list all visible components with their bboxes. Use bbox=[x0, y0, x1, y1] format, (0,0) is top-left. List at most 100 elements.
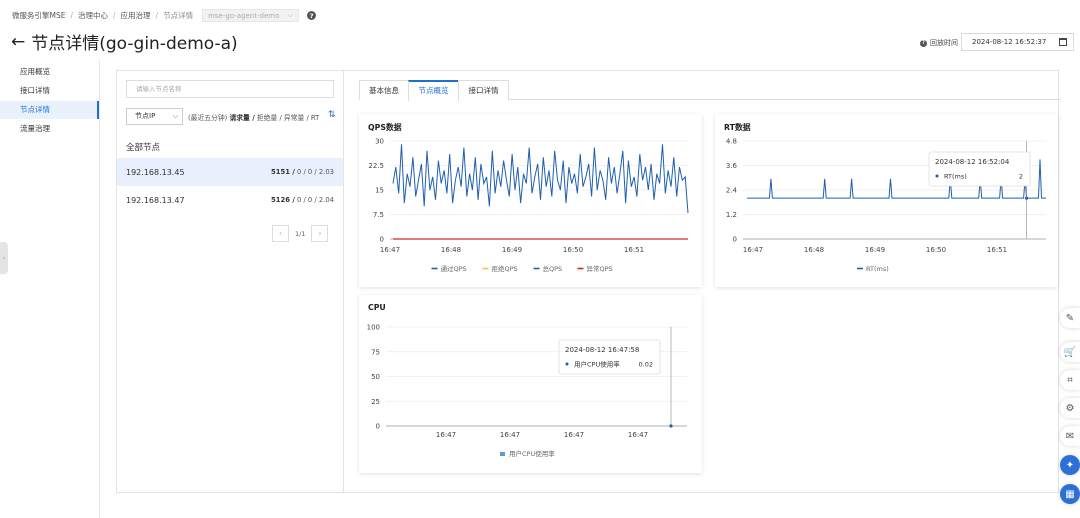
all-nodes-label[interactable]: 全部节点 bbox=[126, 141, 160, 153]
y-tick-label: 15 bbox=[375, 187, 384, 195]
replay-time-picker[interactable]: 2024-08-12 16:52:37 bbox=[961, 33, 1074, 51]
y-tick-label: 1.2 bbox=[726, 211, 737, 219]
back-arrow-icon[interactable]: ← bbox=[11, 32, 25, 52]
legend-label: 总QPS bbox=[543, 264, 563, 273]
tag-icon[interactable]: ⌗ bbox=[1060, 370, 1080, 390]
y-tick-label: 50 bbox=[371, 373, 380, 381]
legend-label: RT(ms) bbox=[866, 265, 889, 273]
ai-icon[interactable]: ✦ bbox=[1060, 455, 1080, 475]
calendar-icon bbox=[1059, 38, 1067, 46]
x-tick-label: 16:49 bbox=[502, 246, 522, 254]
x-tick-label: 16:49 bbox=[865, 246, 885, 254]
legend-label: 用户CPU使用率 bbox=[509, 449, 555, 458]
y-tick-label: 2.4 bbox=[726, 187, 738, 195]
breadcrumb: 微服务引擎MSE / 治理中心 / 应用治理 / 节点详情 mse-go-age… bbox=[12, 9, 317, 22]
edit-icon[interactable]: ✎ bbox=[1060, 308, 1080, 328]
tooltip-marker bbox=[565, 362, 569, 366]
y-tick-label: 22.5 bbox=[368, 162, 384, 170]
x-tick-label: 16:51 bbox=[987, 246, 1007, 254]
replay-label-group: ? 回放时间 bbox=[917, 38, 958, 48]
next-page-button[interactable]: › bbox=[311, 225, 329, 242]
node-requests: 5126 / bbox=[271, 196, 295, 204]
y-tick-label: 3.6 bbox=[726, 162, 738, 170]
page-title-row: ← 节点详情(go-gin-demo-a) bbox=[11, 29, 238, 55]
x-tick-label: 16:51 bbox=[624, 246, 644, 254]
tooltip-time: 2024-08-12 16:47:58 bbox=[565, 346, 639, 354]
x-tick-label: 16:48 bbox=[804, 246, 824, 254]
node-ip: 192.168.13.45 bbox=[126, 167, 185, 177]
cpu-chart-card: CPU 0 25 50 75 100 16:47 16:47 16:47 16:47 2024-0… bbox=[359, 295, 702, 473]
x-tick-label: 16:47 bbox=[564, 431, 584, 439]
y-tick-label: 30 bbox=[375, 138, 384, 146]
rt-chart: 0 1.2 2.4 3.6 4.8 16:47 16:48 16:49 16:50 16:51 20… bbox=[726, 138, 1046, 273]
tab-api-details[interactable]: 接口详情 bbox=[458, 80, 509, 100]
sidebar-item-node-details[interactable]: 节点详情 bbox=[0, 101, 99, 119]
sidebar-item-traffic-governance[interactable]: 流量治理 bbox=[0, 120, 99, 138]
node-stats-rest: 0 / 0 / 2.03 bbox=[296, 168, 334, 176]
y-tick-label: 0 bbox=[733, 236, 737, 244]
help-icon[interactable]: ? bbox=[920, 39, 927, 47]
breadcrumb-item[interactable]: 应用治理 bbox=[121, 10, 151, 21]
series-line-pass-qps bbox=[392, 144, 689, 213]
node-search-input[interactable]: 请输入节点名称 bbox=[126, 80, 334, 98]
y-tick-label: 25 bbox=[371, 398, 380, 406]
node-row[interactable]: 192.168.13.47 5126 / 0 / 0 / 2.04 bbox=[117, 186, 343, 214]
breadcrumb-item[interactable]: 微服务引擎MSE bbox=[12, 10, 65, 21]
cpu-chart: 0 25 50 75 100 16:47 16:47 16:47 16:47 2024-08-12… bbox=[367, 324, 687, 458]
breadcrumb-separator: / bbox=[155, 11, 159, 20]
breadcrumb-item[interactable]: 治理中心 bbox=[78, 10, 108, 21]
tab-node-overview[interactable]: 节点概览 bbox=[408, 80, 459, 101]
legend-label: 通过QPS bbox=[441, 264, 467, 273]
x-tick-label: 16:47 bbox=[500, 431, 520, 439]
page-indicator: 1/1 bbox=[295, 229, 306, 238]
node-ip: 192.168.13.47 bbox=[126, 195, 185, 205]
qps-chart-card: QPS数据 0 7.5 15 22.5 30 16:47 16:48 16:49 16:50 16… bbox=[359, 114, 702, 287]
legend-label: 拒绝QPS bbox=[492, 264, 518, 273]
sidebar-item-app-overview[interactable]: 应用概览 bbox=[0, 63, 99, 81]
apps-icon[interactable]: ▦ bbox=[1060, 484, 1080, 504]
breadcrumb-current: 节点详情 bbox=[163, 11, 194, 20]
prev-page-button[interactable]: ‹ bbox=[272, 225, 289, 242]
tooltip-value: 0.02 bbox=[639, 361, 653, 369]
y-tick-label: 75 bbox=[371, 348, 380, 356]
metric-bold: 请求量 / bbox=[229, 114, 255, 122]
namespace-select[interactable]: mse-go-agent-demo ⌵ bbox=[202, 9, 300, 22]
x-tick-label: 16:47 bbox=[436, 431, 456, 439]
message-icon[interactable]: ✉ bbox=[1060, 426, 1080, 446]
sidebar: 应用概览 接口详情 节点详情 流量治理 bbox=[0, 60, 100, 518]
sidebar-collapse-handle[interactable]: › bbox=[0, 242, 8, 274]
settings-icon[interactable]: ⚙ bbox=[1060, 398, 1080, 418]
metric-rest: 拒绝量 / 异常量 / RT bbox=[256, 114, 320, 122]
sidebar-item-api-details[interactable]: 接口详情 bbox=[0, 82, 99, 100]
breadcrumb-separator: / bbox=[70, 11, 74, 20]
header: 微服务引擎MSE / 治理中心 / 应用治理 / 节点详情 mse-go-age… bbox=[0, 0, 1080, 60]
metric-legend: (最近五分钟) 请求量 / 拒绝量 / 异常量 / RT bbox=[188, 112, 319, 122]
tab-basic-info[interactable]: 基本信息 bbox=[359, 80, 409, 100]
rt-chart-card: RT数据 0 1.2 2.4 3.6 4.8 16:47 16:48 16:49 16:50 16… bbox=[715, 114, 1058, 287]
node-row[interactable]: 192.168.13.45 5151 / 0 / 0 / 2.03 bbox=[117, 158, 343, 186]
y-tick-label: 7.5 bbox=[373, 211, 384, 219]
x-tick-label: 16:50 bbox=[926, 246, 946, 254]
y-tick-label: 100 bbox=[367, 324, 380, 332]
hover-point bbox=[669, 424, 673, 428]
x-tick-label: 16:50 bbox=[563, 246, 583, 254]
node-stats-rest: 0 / 0 / 2.04 bbox=[296, 196, 334, 204]
breadcrumb-separator: / bbox=[113, 11, 116, 20]
node-list-panel: 请输入节点名称 节点IP ⌵ (最近五分钟) 请求量 / 拒绝量 / 异常量 /… bbox=[117, 71, 344, 492]
sort-icon[interactable]: ⇅ bbox=[328, 110, 336, 120]
chevron-right-icon: › bbox=[2, 254, 6, 262]
tooltip-time: 2024-08-12 16:52:04 bbox=[935, 158, 1010, 166]
tooltip-value: 2 bbox=[1019, 173, 1023, 181]
namespace-select-value: mse-go-agent-demo bbox=[208, 11, 280, 20]
replay-label: 回放时间 bbox=[930, 39, 958, 47]
chevron-down-icon: ⌵ bbox=[172, 112, 178, 120]
cart-icon[interactable]: 🛒 bbox=[1060, 342, 1080, 362]
y-tick-label: 0 bbox=[380, 236, 384, 244]
group-by-select[interactable]: 节点IP ⌵ bbox=[126, 108, 183, 125]
pagination: ‹ 1/1 › bbox=[272, 225, 329, 242]
x-tick-label: 16:47 bbox=[380, 246, 400, 254]
node-requests: 5151 / bbox=[271, 168, 295, 176]
help-icon[interactable]: ? bbox=[307, 11, 317, 20]
group-by-value: 节点IP bbox=[135, 112, 156, 120]
legend-swatch bbox=[500, 452, 505, 456]
